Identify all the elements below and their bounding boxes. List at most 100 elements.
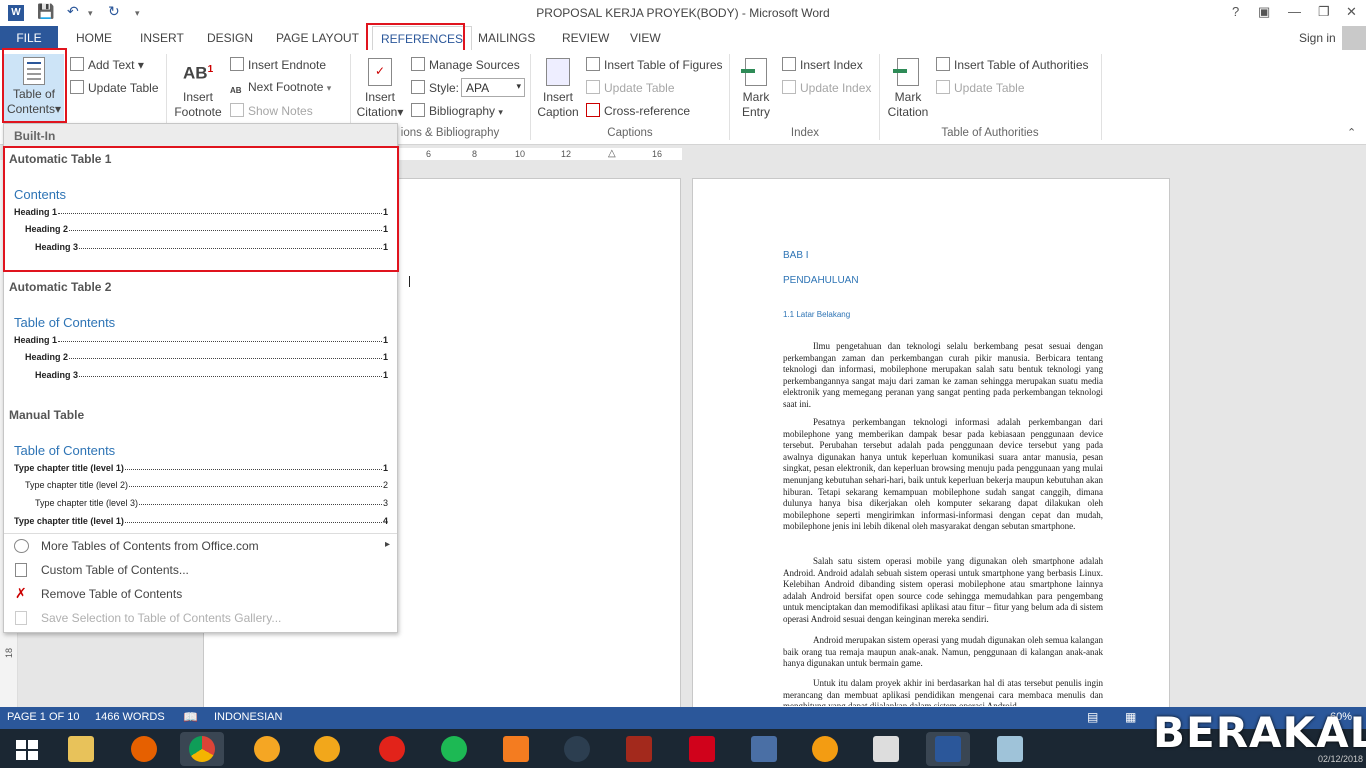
proofing-icon[interactable]: 📖 <box>183 710 198 724</box>
cross-reference-button[interactable]: Cross-reference <box>586 103 690 118</box>
tab-mailings[interactable]: MAILINGS <box>478 31 535 45</box>
next-footnote-icon: AB <box>230 86 242 95</box>
tab-references[interactable]: REFERENCES <box>372 26 473 50</box>
update-table-authorities-button[interactable]: Update Table <box>936 80 1025 95</box>
insert-caption-button[interactable]: Insert Caption <box>533 58 583 120</box>
mark-citation-button[interactable]: Mark Citation <box>882 58 934 120</box>
save-selection-to-gallery-item[interactable]: Save Selection to Table of Contents Gall… <box>9 607 394 629</box>
avatar[interactable] <box>1342 26 1366 50</box>
bibliography-button[interactable]: Bibliography ▾ <box>411 103 503 118</box>
show-notes-icon <box>230 103 244 117</box>
ribbon-display-options-button[interactable]: ▣ <box>1258 4 1270 20</box>
language[interactable]: INDONESIAN <box>214 711 282 723</box>
manage-sources-icon <box>411 57 425 71</box>
start-button[interactable] <box>4 732 48 766</box>
toc-row: Type chapter title (level 1) 4 <box>14 516 388 526</box>
citations-group-label: ions & Bibliography <box>400 127 500 139</box>
caption-icon <box>546 58 570 86</box>
minimize-button[interactable]: — <box>1288 4 1301 19</box>
uc-browser-icon[interactable] <box>803 732 847 766</box>
style-value: APA <box>466 81 490 95</box>
toc-row: Type chapter title (level 3) 3 <box>35 498 388 508</box>
chrome-icon[interactable] <box>180 732 224 766</box>
document-page-right[interactable]: BAB I PENDAHULUAN 1.1 Latar Belakang Ilm… <box>692 178 1170 718</box>
collapse-ribbon-icon[interactable]: ⌃ <box>1347 126 1356 139</box>
table-of-contents-label-1: Table of <box>12 87 56 101</box>
music-app-icon[interactable] <box>245 732 289 766</box>
insert-index-icon <box>782 57 796 71</box>
custom-table-of-contents-item[interactable]: Custom Table of Contents... <box>9 559 394 581</box>
update-table-icon <box>936 80 950 94</box>
presentation-app-icon[interactable] <box>864 732 908 766</box>
maximize-button[interactable]: ❐ <box>1318 4 1330 20</box>
update-table-figures-button[interactable]: Update Table <box>586 80 675 95</box>
mark-entry-label-2: Entry <box>741 105 770 119</box>
style-label: Style: <box>411 80 459 95</box>
table-of-contents-button[interactable]: Table of Contents▾ <box>4 54 64 124</box>
tab-review[interactable]: REVIEW <box>562 31 609 45</box>
page-count[interactable]: PAGE 1 OF 10 <box>7 711 80 723</box>
table-of-authorities-icon <box>936 57 950 71</box>
dota-icon[interactable] <box>617 732 661 766</box>
media-app-icon[interactable] <box>370 732 414 766</box>
manage-sources-button[interactable]: Manage Sources <box>411 57 520 72</box>
more-tables-of-contents-item[interactable]: More Tables of Contents from Office.com … <box>9 535 394 557</box>
vruler-label: 18 <box>4 648 14 659</box>
spotify-icon[interactable] <box>432 732 476 766</box>
mark-entry-button[interactable]: Mark Entry <box>733 58 779 120</box>
tab-design[interactable]: DESIGN <box>207 31 253 45</box>
endnote-icon <box>230 57 244 71</box>
tab-file[interactable]: FILE <box>0 26 58 50</box>
read-mode-icon[interactable]: ▤ <box>1087 710 1098 724</box>
garena-icon[interactable] <box>680 732 724 766</box>
help-button[interactable]: ? <box>1232 4 1239 19</box>
citation-icon: ✓ <box>368 58 392 86</box>
chevron-down-icon: ▾ <box>516 81 521 91</box>
app-m-icon[interactable] <box>494 732 538 766</box>
mark-citation-icon <box>893 58 919 86</box>
cross-reference-icon <box>586 103 600 117</box>
update-table-button[interactable]: Update Table <box>70 80 159 95</box>
office-com-icon <box>14 539 29 553</box>
gallery-item-automatic-table-2[interactable]: Automatic Table 2 Table of Contents Head… <box>4 276 397 401</box>
insert-citation-label-2: Citation▾ <box>356 105 404 119</box>
update-index-button[interactable]: Update Index <box>782 80 871 95</box>
show-notes-button[interactable]: Show Notes <box>230 103 313 118</box>
close-icon[interactable]: ✕ <box>1346 4 1357 20</box>
fl-studio-icon[interactable] <box>305 732 349 766</box>
add-text-button[interactable]: Add Text ▾ <box>70 57 144 72</box>
style-dropdown[interactable]: APA ▾ <box>461 78 525 97</box>
gallery-item-automatic-table-1[interactable]: Automatic Table 1 Contents Heading 11 He… <box>4 148 397 273</box>
file-explorer-icon[interactable] <box>59 732 103 766</box>
nox-icon[interactable] <box>555 732 599 766</box>
insert-endnote-button[interactable]: Insert Endnote <box>230 57 326 72</box>
section-title: Automatic Table 2 <box>9 280 112 294</box>
print-layout-icon[interactable]: ▦ <box>1125 710 1136 724</box>
gallery-item-manual-table[interactable]: Manual Table Table of Contents Type chap… <box>4 404 397 530</box>
captions-group-label: Captions <box>607 127 653 139</box>
toc-heading: Table of Contents <box>14 443 116 458</box>
next-footnote-button[interactable]: AB Next Footnote ▾ <box>230 80 331 100</box>
tab-page-layout[interactable]: PAGE LAYOUT <box>276 31 359 45</box>
remove-table-of-contents-item[interactable]: ✗ Remove Table of Contents <box>9 583 394 605</box>
tab-home[interactable]: HOME <box>76 31 112 45</box>
tab-view[interactable]: VIEW <box>630 31 661 45</box>
insert-table-of-figures-button[interactable]: Insert Table of Figures <box>586 57 723 72</box>
insert-citation-button[interactable]: ✓ Insert Citation▾ <box>352 58 408 120</box>
ruler-indent-marker[interactable]: △ <box>608 148 616 159</box>
group-separator <box>879 54 880 140</box>
game-icon[interactable] <box>742 732 786 766</box>
insert-caption-label-2: Caption <box>537 105 579 119</box>
add-text-icon <box>70 57 84 71</box>
tab-insert[interactable]: INSERT <box>140 31 184 45</box>
insert-table-of-authorities-button[interactable]: Insert Table of Authorities <box>936 57 1089 72</box>
toc-row: Type chapter title (level 2) 2 <box>25 480 388 490</box>
firefox-icon[interactable] <box>122 732 166 766</box>
notes-app-icon[interactable] <box>988 732 1032 766</box>
section-title: Automatic Table 1 <box>9 152 112 166</box>
sign-in-link[interactable]: Sign in <box>1299 31 1336 45</box>
word-taskbar-icon[interactable] <box>926 732 970 766</box>
word-count[interactable]: 1466 WORDS <box>95 711 165 723</box>
insert-footnote-button[interactable]: AB1 Insert Footnote <box>172 58 224 120</box>
insert-index-button[interactable]: Insert Index <box>782 57 863 72</box>
